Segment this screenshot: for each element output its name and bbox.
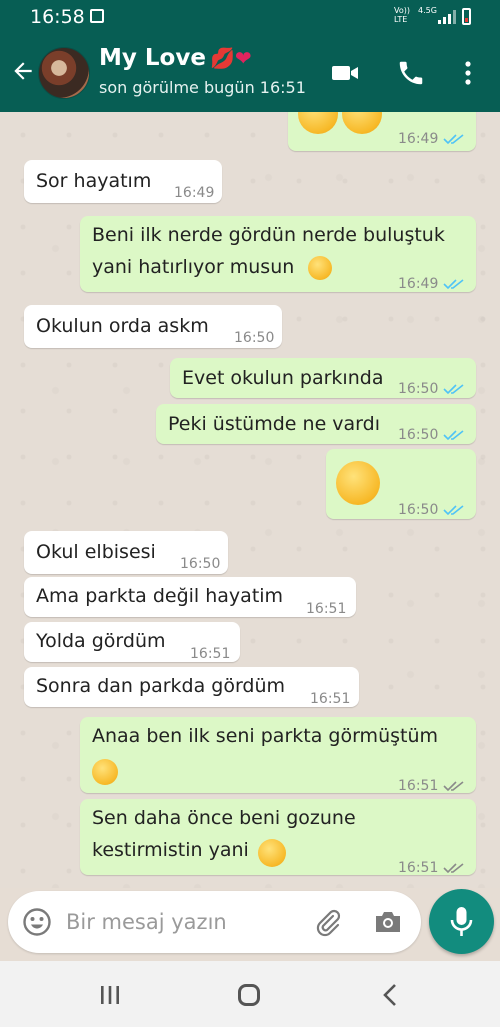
contact-name[interactable]: My Love 💋❤ (99, 45, 252, 71)
message-outgoing[interactable]: Beni ilk nerde gördün nerde buluştuk yan… (80, 216, 476, 292)
read-ticks-icon (443, 134, 464, 145)
message-text: Peki üstümde ne vardı (168, 413, 380, 435)
chat-area[interactable]: 16:49 Sor hayatım 16:49 Beni ilk nerde g… (0, 112, 500, 888)
message-time: 16:50 (398, 381, 439, 397)
notification-icon (90, 9, 104, 23)
message-text-line2: kestirmistin yani (92, 839, 249, 861)
message-text: Yolda gördüm (36, 630, 166, 652)
message-meta: 16:50 (398, 420, 465, 450)
message-input[interactable] (66, 904, 296, 940)
raised-eyebrow-emoji (336, 461, 380, 505)
heart-eyes-emoji (342, 112, 382, 134)
heart-eyes-emoji (298, 112, 338, 134)
message-incoming[interactable]: Ama parkta değil hayatim 16:51 (24, 577, 356, 617)
message-text: Sonra dan parkda gördüm (36, 675, 286, 697)
message-outgoing[interactable]: 16:49 (288, 112, 476, 151)
message-text-line2: yani hatırlıyor musun (92, 256, 295, 278)
voice-call-icon[interactable] (396, 58, 426, 88)
message-text: Ama parkta değil hayatim (36, 585, 284, 607)
recent-apps-icon[interactable] (99, 985, 121, 1005)
message-time: 16:51 (306, 601, 347, 617)
signal-icon (438, 10, 456, 24)
message-meta: 16:51 (398, 853, 465, 883)
message-text-line1: Anaa ben ilk seni parkta görmüştüm (92, 725, 439, 747)
battery-icon (462, 8, 471, 25)
message-time: 16:49 (174, 185, 215, 201)
message-composer (8, 891, 421, 953)
delivered-ticks-icon (443, 781, 464, 792)
message-time: 16:51 (310, 691, 351, 707)
message-incoming[interactable]: Okul elbisesi 16:50 (24, 531, 228, 574)
message-time: 16:49 (398, 276, 439, 292)
message-time: 16:50 (180, 556, 221, 572)
network-speed: 4.5G (418, 6, 437, 15)
read-ticks-icon (443, 505, 464, 516)
last-seen-status: son görülme bugün 16:51 (99, 78, 306, 97)
message-time: 16:51 (190, 646, 231, 662)
message-text: Sor hayatım (36, 170, 152, 192)
video-call-icon[interactable] (330, 58, 360, 88)
lte-label: LTE (394, 15, 408, 24)
message-outgoing[interactable]: Evet okulun parkında 16:50 (170, 358, 476, 398)
message-time: 16:49 (398, 131, 439, 147)
read-ticks-icon (443, 279, 464, 290)
message-time: 16:50 (234, 330, 275, 346)
message-outgoing[interactable]: 16:50 (326, 449, 476, 519)
message-outgoing[interactable]: Anaa ben ilk seni parkta görmüştüm 16:51 (80, 717, 476, 794)
chat-header: My Love 💋❤ son görülme bugün 16:51 (0, 34, 500, 112)
message-meta: 16:50 (398, 374, 465, 404)
message-outgoing[interactable]: Sen daha önce beni gozune kestirmistin y… (80, 799, 476, 876)
message-meta: 16:49 (398, 269, 465, 299)
name-emojis: 💋❤ (209, 46, 252, 70)
nav-back-icon[interactable] (380, 983, 400, 1007)
raised-eyebrow-emoji (308, 256, 332, 280)
attach-icon[interactable] (313, 907, 343, 937)
read-ticks-icon (443, 430, 464, 441)
home-icon[interactable] (238, 984, 260, 1006)
message-incoming[interactable]: Sor hayatım 16:49 (24, 160, 222, 203)
camera-icon[interactable] (372, 907, 404, 937)
volte-label: Vo)) (394, 6, 410, 15)
message-incoming[interactable]: Yolda gördüm 16:51 (24, 622, 240, 662)
message-time: 16:51 (398, 860, 439, 876)
read-ticks-icon (443, 384, 464, 395)
message-outgoing[interactable]: Peki üstümde ne vardı 16:50 (156, 404, 476, 444)
more-options-icon[interactable] (458, 58, 478, 88)
message-meta: 16:49 (398, 124, 465, 154)
contact-name-text: My Love (99, 45, 206, 71)
delivered-ticks-icon (443, 863, 464, 874)
message-incoming[interactable]: Okulun orda askm 16:50 (24, 305, 282, 348)
status-bar: 16:58 Vo)) LTE 4.5G (0, 0, 500, 34)
message-text-line1: Beni ilk nerde gördün nerde buluştuk (92, 224, 445, 246)
message-text-line1: Sen daha önce beni gozune (92, 807, 356, 829)
emoji-picker-icon[interactable] (22, 907, 52, 937)
message-text: Okulun orda askm (36, 315, 209, 337)
microphone-icon (450, 907, 473, 936)
message-incoming[interactable]: Sonra dan parkda gördüm 16:51 (24, 667, 359, 707)
network-type: Vo)) LTE (394, 6, 410, 24)
message-meta: 16:51 (398, 771, 465, 801)
message-time: 16:50 (398, 427, 439, 443)
system-nav-bar (0, 961, 500, 1027)
message-time: 16:51 (398, 778, 439, 794)
message-text: Okul elbisesi (36, 541, 156, 563)
back-arrow-icon[interactable] (10, 58, 36, 84)
message-text: Evet okulun parkında (182, 367, 384, 389)
message-meta: 16:50 (398, 495, 465, 525)
message-time: 16:50 (398, 502, 439, 518)
status-time: 16:58 (30, 6, 85, 28)
voice-message-button[interactable] (429, 889, 494, 954)
tears-of-joy-emoji (258, 839, 286, 867)
tears-of-joy-emoji (92, 759, 118, 785)
contact-avatar[interactable] (38, 47, 90, 99)
